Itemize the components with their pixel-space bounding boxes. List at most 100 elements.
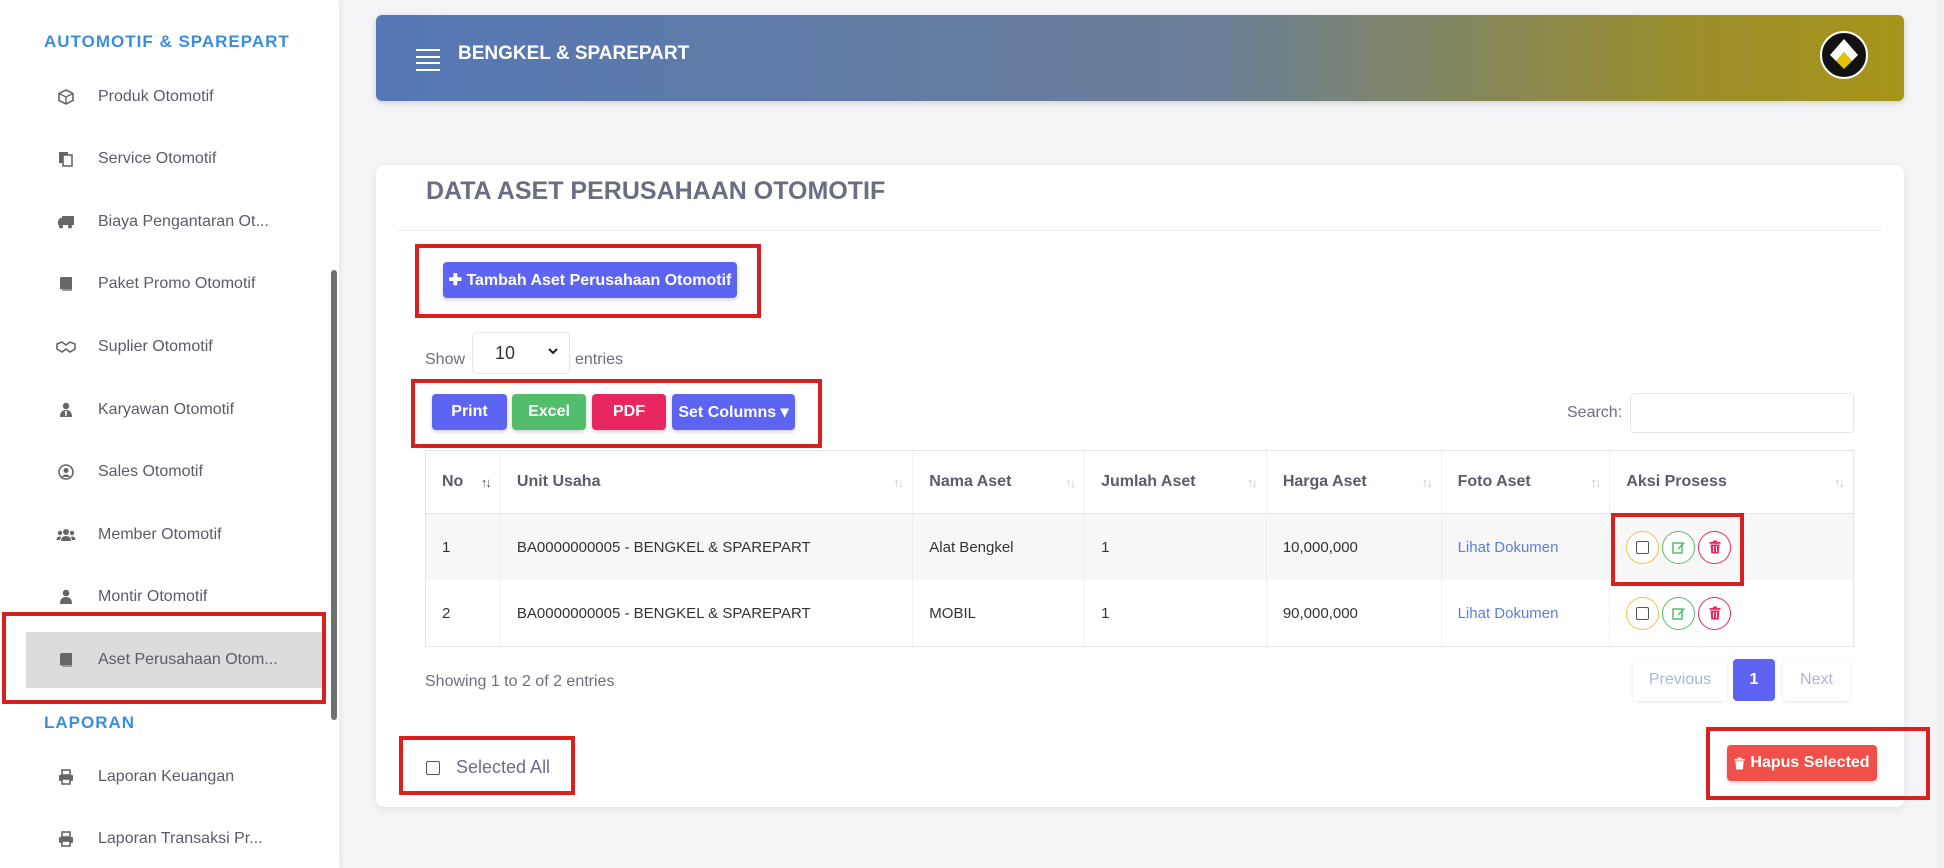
sidebar-item-label: Suplier Otomotif xyxy=(98,338,213,355)
sort-icon: ↑↓ xyxy=(1421,475,1433,490)
book-icon xyxy=(56,274,76,294)
pagination-previous[interactable]: Previous xyxy=(1633,659,1727,701)
column-header-label: Aksi Prosess xyxy=(1626,473,1727,490)
sidebar-item-label: Sales Otomotif xyxy=(98,463,203,480)
highlight-export-buttons xyxy=(411,379,822,448)
print-icon xyxy=(56,767,76,787)
divider xyxy=(398,230,1882,231)
header-title: BENGKEL & SPAREPART xyxy=(458,43,690,64)
user-avatar[interactable] xyxy=(1820,31,1868,79)
cell-foto-aset: Lihat Dokumen xyxy=(1442,580,1611,646)
print-icon xyxy=(56,829,76,849)
sort-icon: ↑↓ xyxy=(1246,475,1258,490)
trash-icon[interactable] xyxy=(1698,596,1732,630)
users-icon xyxy=(56,525,76,545)
sidebar-item-paket-promo[interactable]: Paket Promo Otomotif xyxy=(26,256,324,312)
column-header-label: Harga Aset xyxy=(1282,473,1367,490)
box-icon xyxy=(56,87,76,107)
sidebar-item-label: Paket Promo Otomotif xyxy=(98,275,256,292)
sidebar-item-member[interactable]: Member Otomotif xyxy=(26,507,324,563)
cell-nama-aset: Alat Bengkel xyxy=(913,514,1086,580)
sidebar-item-biaya[interactable]: Biaya Pengantaran Ot... xyxy=(26,194,324,250)
column-header-label: Nama Aset xyxy=(929,473,1012,490)
cell-no: 2 xyxy=(426,580,501,646)
handshake-icon xyxy=(56,337,76,357)
cell-harga-aset: 10,000,000 xyxy=(1267,514,1442,580)
user-tie-icon xyxy=(56,400,76,420)
chevron-down-icon xyxy=(547,344,559,360)
sidebar-heading-laporan: LAPORAN xyxy=(44,713,136,732)
table-header: No ↑↓ Unit Usaha ↑↓ Nama Aset ↑↓ Jumlah Ase… xyxy=(426,451,1853,514)
cell-foto-aset: Lihat Dokumen xyxy=(1442,514,1611,580)
sort-icon: ↑↓ xyxy=(1590,475,1601,490)
sidebar-item-label: Biaya Pengantaran Ot... xyxy=(98,213,269,230)
sidebar-item-suplier[interactable]: Suplier Otomotif xyxy=(26,319,324,375)
sidebar: AUTOMOTIF & SPAREPART Produk Otomotif Se… xyxy=(0,0,339,868)
highlight-row-actions xyxy=(1611,513,1744,586)
column-header-nama-aset[interactable]: Nama Aset ↑↓ xyxy=(913,451,1086,513)
highlight-add-button xyxy=(415,244,761,318)
sort-icon: ↑↓ xyxy=(480,475,492,490)
copy-icon xyxy=(56,149,76,169)
sort-icon: ↑↓ xyxy=(893,475,904,490)
table-info: Showing 1 to 2 of 2 entries xyxy=(425,673,615,690)
column-header-label: Unit Usaha xyxy=(516,473,601,490)
lihat-dokumen-link[interactable]: Lihat Dokumen xyxy=(1458,539,1559,556)
lihat-dokumen-link[interactable]: Lihat Dokumen xyxy=(1458,605,1559,622)
truck-icon xyxy=(56,212,76,232)
sort-icon: ↑↓ xyxy=(1065,475,1076,490)
sidebar-item-karyawan[interactable]: Karyawan Otomotif xyxy=(26,382,324,438)
sidebar-item-sales[interactable]: Sales Otomotif xyxy=(26,444,324,500)
hamburger-menu-icon[interactable] xyxy=(416,49,440,71)
column-header-jumlah-aset[interactable]: Jumlah Aset ↑↓ xyxy=(1085,451,1267,513)
user-icon xyxy=(56,587,76,607)
sidebar-item-service[interactable]: Service Otomotif xyxy=(26,131,324,187)
search-input[interactable] xyxy=(1630,393,1854,433)
sidebar-item-label: Karyawan Otomotif xyxy=(98,401,235,418)
column-header-unit-usaha[interactable]: Unit Usaha ↑↓ xyxy=(501,451,914,513)
cell-no: 1 xyxy=(426,514,501,580)
show-label: Show xyxy=(425,351,466,368)
sort-icon: ↑↓ xyxy=(1834,475,1845,490)
page-title: DATA ASET PERUSAHAAN OTOMOTIF xyxy=(426,177,886,205)
cell-jumlah-aset: 1 xyxy=(1085,580,1267,646)
entries-select-value: 10 xyxy=(495,342,516,363)
sidebar-scrollbar[interactable] xyxy=(331,270,337,720)
column-header-harga-aset[interactable]: Harga Aset ↑↓ xyxy=(1267,451,1442,513)
sidebar-item-label: Service Otomotif xyxy=(98,150,217,167)
edit-icon[interactable] xyxy=(1662,596,1696,630)
search-label: Search: xyxy=(1567,404,1623,421)
column-header-no[interactable]: No ↑↓ xyxy=(426,451,501,513)
page-scrollbar[interactable] xyxy=(1937,0,1944,868)
column-header-foto-aset[interactable]: Foto Aset ↑↓ xyxy=(1442,451,1611,513)
cell-nama-aset: MOBIL xyxy=(913,580,1086,646)
sidebar-item-label: Montir Otomotif xyxy=(98,588,208,605)
highlight-hapus-selected xyxy=(1706,727,1930,800)
pagination-next[interactable]: Next xyxy=(1783,659,1850,701)
highlight-sidebar-active xyxy=(2,612,326,704)
column-header-label: Jumlah Aset xyxy=(1101,473,1196,490)
entries-select[interactable]: 10 xyxy=(472,332,570,374)
user-circle-icon xyxy=(56,462,76,482)
cell-unit-usaha: BA0000000005 - BENGKEL & SPAREPART xyxy=(501,580,914,646)
highlight-selected-all xyxy=(399,736,575,795)
sidebar-item-label: Laporan Transaksi Pr... xyxy=(98,830,263,847)
entries-label: entries xyxy=(575,351,624,368)
pagination-page-1[interactable]: 1 xyxy=(1733,659,1775,701)
cell-jumlah-aset: 1 xyxy=(1085,514,1267,580)
sidebar-item-label: Member Otomotif xyxy=(98,526,222,543)
sidebar-heading-automotif: AUTOMOTIF & SPAREPART xyxy=(44,32,290,51)
sidebar-item-label: Laporan Keuangan xyxy=(98,768,235,785)
column-header-aksi-prosess[interactable]: Aksi Prosess ↑↓ xyxy=(1610,451,1853,513)
column-header-label: No xyxy=(442,473,464,490)
sidebar-item-laporan-transaksi[interactable]: Laporan Transaksi Pr... xyxy=(26,811,324,867)
table-row: 2 BA0000000005 - BENGKEL & SPAREPART MOB… xyxy=(426,580,1853,646)
sidebar-item-produk[interactable]: Produk Otomotif xyxy=(26,69,324,125)
top-navbar: BENGKEL & SPAREPART xyxy=(376,15,1904,101)
column-header-label: Foto Aset xyxy=(1457,473,1531,490)
cell-harga-aset: 90,000,000 xyxy=(1267,580,1442,646)
sidebar-item-label: Produk Otomotif xyxy=(98,88,214,105)
row-select-checkbox[interactable] xyxy=(1626,596,1660,630)
sidebar-item-laporan-keuangan[interactable]: Laporan Keuangan xyxy=(26,749,324,805)
cell-unit-usaha: BA0000000005 - BENGKEL & SPAREPART xyxy=(501,514,914,580)
